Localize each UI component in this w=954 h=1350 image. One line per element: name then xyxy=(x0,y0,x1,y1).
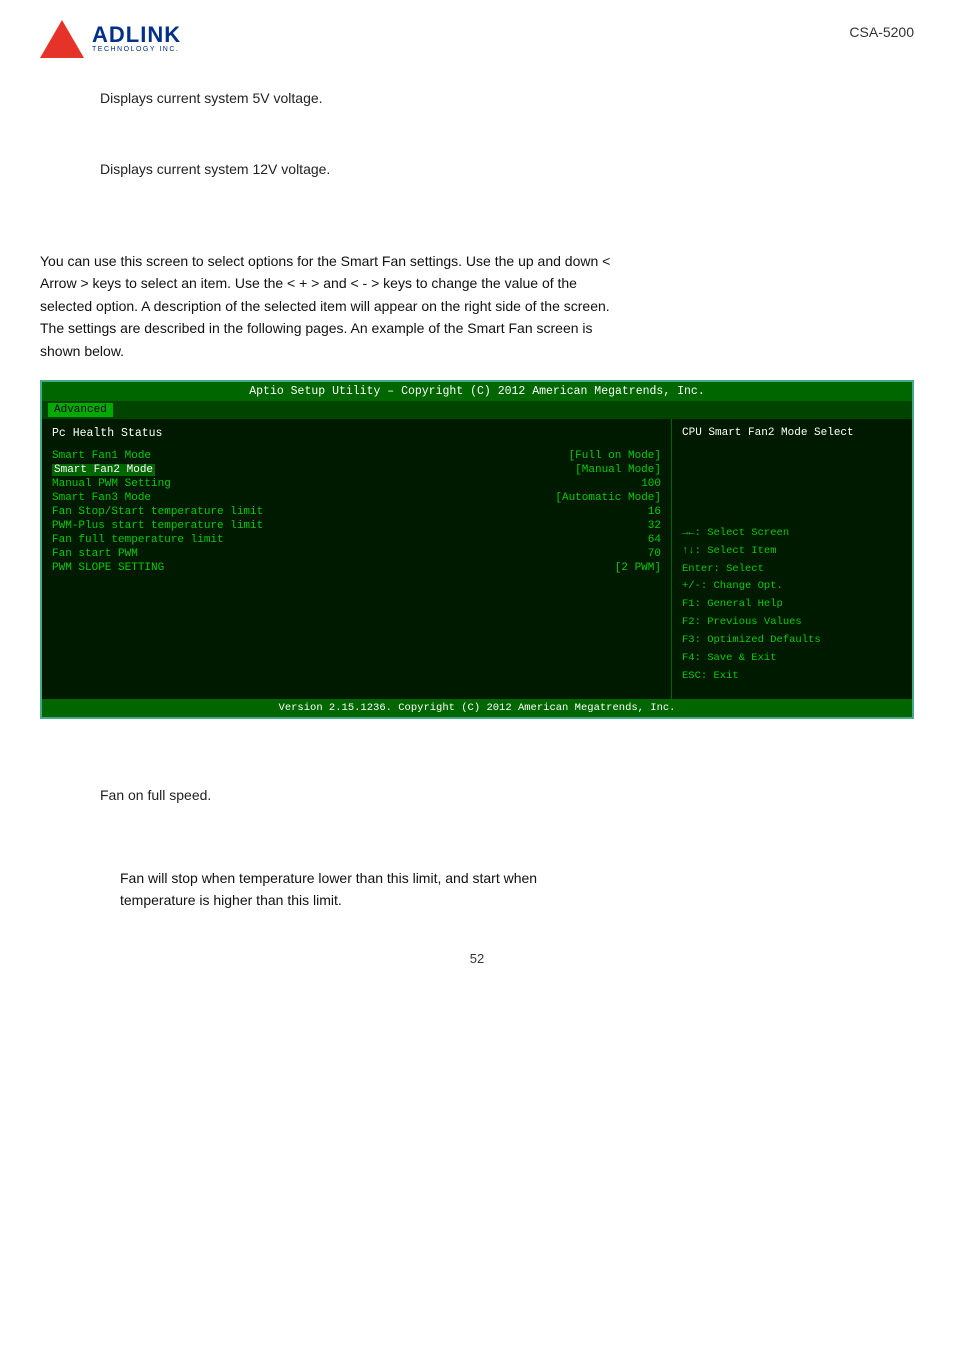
bios-screen: Aptio Setup Utility – Copyright (C) 2012… xyxy=(40,380,914,719)
bios-row-label: Fan start PWM xyxy=(52,548,138,560)
bios-row-value: [Full on Mode] xyxy=(569,450,661,462)
description-text: You can use this screen to select option… xyxy=(40,253,610,359)
bios-row-value: [Automatic Mode] xyxy=(555,492,661,504)
bios-row: PWM-Plus start temperature limit 32 xyxy=(52,520,661,532)
bios-rows: Smart Fan1 Mode [Full on Mode] Smart Fan2 … xyxy=(52,450,661,574)
logo-main-text: ADLINK xyxy=(92,24,181,46)
bios-row: Fan full temperature limit 64 xyxy=(52,534,661,546)
text-5v: Displays current system 5V voltage. xyxy=(100,88,854,109)
logo-sub-text: TECHNOLOGY INC. xyxy=(92,46,181,54)
logo: ADLINK TECHNOLOGY INC. xyxy=(40,20,181,58)
page-header: ADLINK TECHNOLOGY INC. CSA-5200 xyxy=(40,20,914,58)
bios-row: Smart Fan1 Mode [Full on Mode] xyxy=(52,450,661,462)
bios-help-key-item: ↑↓: Select Item xyxy=(682,543,902,561)
bios-help-keys: →←: Select Screen↑↓: Select ItemEnter: S… xyxy=(682,525,902,686)
bios-help-key-item: F2: Previous Values xyxy=(682,614,902,632)
bios-help-key-item: F1: General Help xyxy=(682,596,902,614)
bios-row-value: 100 xyxy=(641,478,661,490)
bios-body: Pc Health Status Smart Fan1 Mode [Full on… xyxy=(42,419,912,699)
note-temperature-text: Fan will stop when temperature lower tha… xyxy=(120,870,537,908)
bios-row-label: Smart Fan2 Mode xyxy=(52,464,155,476)
bios-main-panel: Pc Health Status Smart Fan1 Mode [Full on… xyxy=(42,419,672,699)
bios-row-value: 70 xyxy=(648,548,661,560)
bios-row-value: 32 xyxy=(648,520,661,532)
bios-row: Smart Fan2 Mode [Manual Mode] xyxy=(52,464,661,476)
bios-row: Smart Fan3 Mode [Automatic Mode] xyxy=(52,492,661,504)
bios-row-label: Fan Stop/Start temperature limit xyxy=(52,506,263,518)
smart-fan-description: You can use this screen to select option… xyxy=(40,250,914,362)
bios-row-value: [Manual Mode] xyxy=(575,464,661,476)
bios-footer: Version 2.15.1236. Copyright (C) 2012 Am… xyxy=(42,699,912,717)
bios-sidebar: CPU Smart Fan2 Mode Select →←: Select Sc… xyxy=(672,419,912,699)
page-number: 52 xyxy=(40,951,914,966)
bios-row-label: Smart Fan3 Mode xyxy=(52,492,151,504)
doc-title: CSA-5200 xyxy=(849,24,914,40)
bios-help-key-item: Enter: Select xyxy=(682,561,902,579)
logo-text-block: ADLINK TECHNOLOGY INC. xyxy=(92,24,181,54)
bios-row-label: Manual PWM Setting xyxy=(52,478,171,490)
bios-row-label: PWM SLOPE SETTING xyxy=(52,562,164,574)
bios-tab-advanced: Advanced xyxy=(48,403,113,417)
note-fan-full-speed: Fan on full speed. xyxy=(100,785,854,806)
note-temperature-limit: Fan will stop when temperature lower tha… xyxy=(120,868,834,911)
text-12v: Displays current system 12V voltage. xyxy=(100,159,854,180)
bios-section-title: Pc Health Status xyxy=(52,427,661,440)
bios-row: Manual PWM Setting 100 xyxy=(52,478,661,490)
bios-row-value: [2 PWM] xyxy=(615,562,661,574)
bios-row: Fan start PWM 70 xyxy=(52,548,661,560)
bios-row-label: PWM-Plus start temperature limit xyxy=(52,520,263,532)
bios-row: Fan Stop/Start temperature limit 16 xyxy=(52,506,661,518)
bios-help-key-item: F3: Optimized Defaults xyxy=(682,632,902,650)
bios-row-value: 16 xyxy=(648,506,661,518)
bios-help-key-item: +/-: Change Opt. xyxy=(682,578,902,596)
bios-tab-bar: Advanced xyxy=(42,401,912,419)
bios-help-key-item: →←: Select Screen xyxy=(682,525,902,543)
bios-row-value: 64 xyxy=(648,534,661,546)
bios-header: Aptio Setup Utility – Copyright (C) 2012… xyxy=(42,382,912,401)
logo-icon xyxy=(40,20,84,58)
bios-row-label: Smart Fan1 Mode xyxy=(52,450,151,462)
bios-row-label: Fan full temperature limit xyxy=(52,534,224,546)
bios-help-key-item: ESC: Exit xyxy=(682,668,902,686)
bios-help-key-item: F4: Save & Exit xyxy=(682,650,902,668)
bios-help-title: CPU Smart Fan2 Mode Select xyxy=(682,427,902,439)
bios-row: PWM SLOPE SETTING [2 PWM] xyxy=(52,562,661,574)
